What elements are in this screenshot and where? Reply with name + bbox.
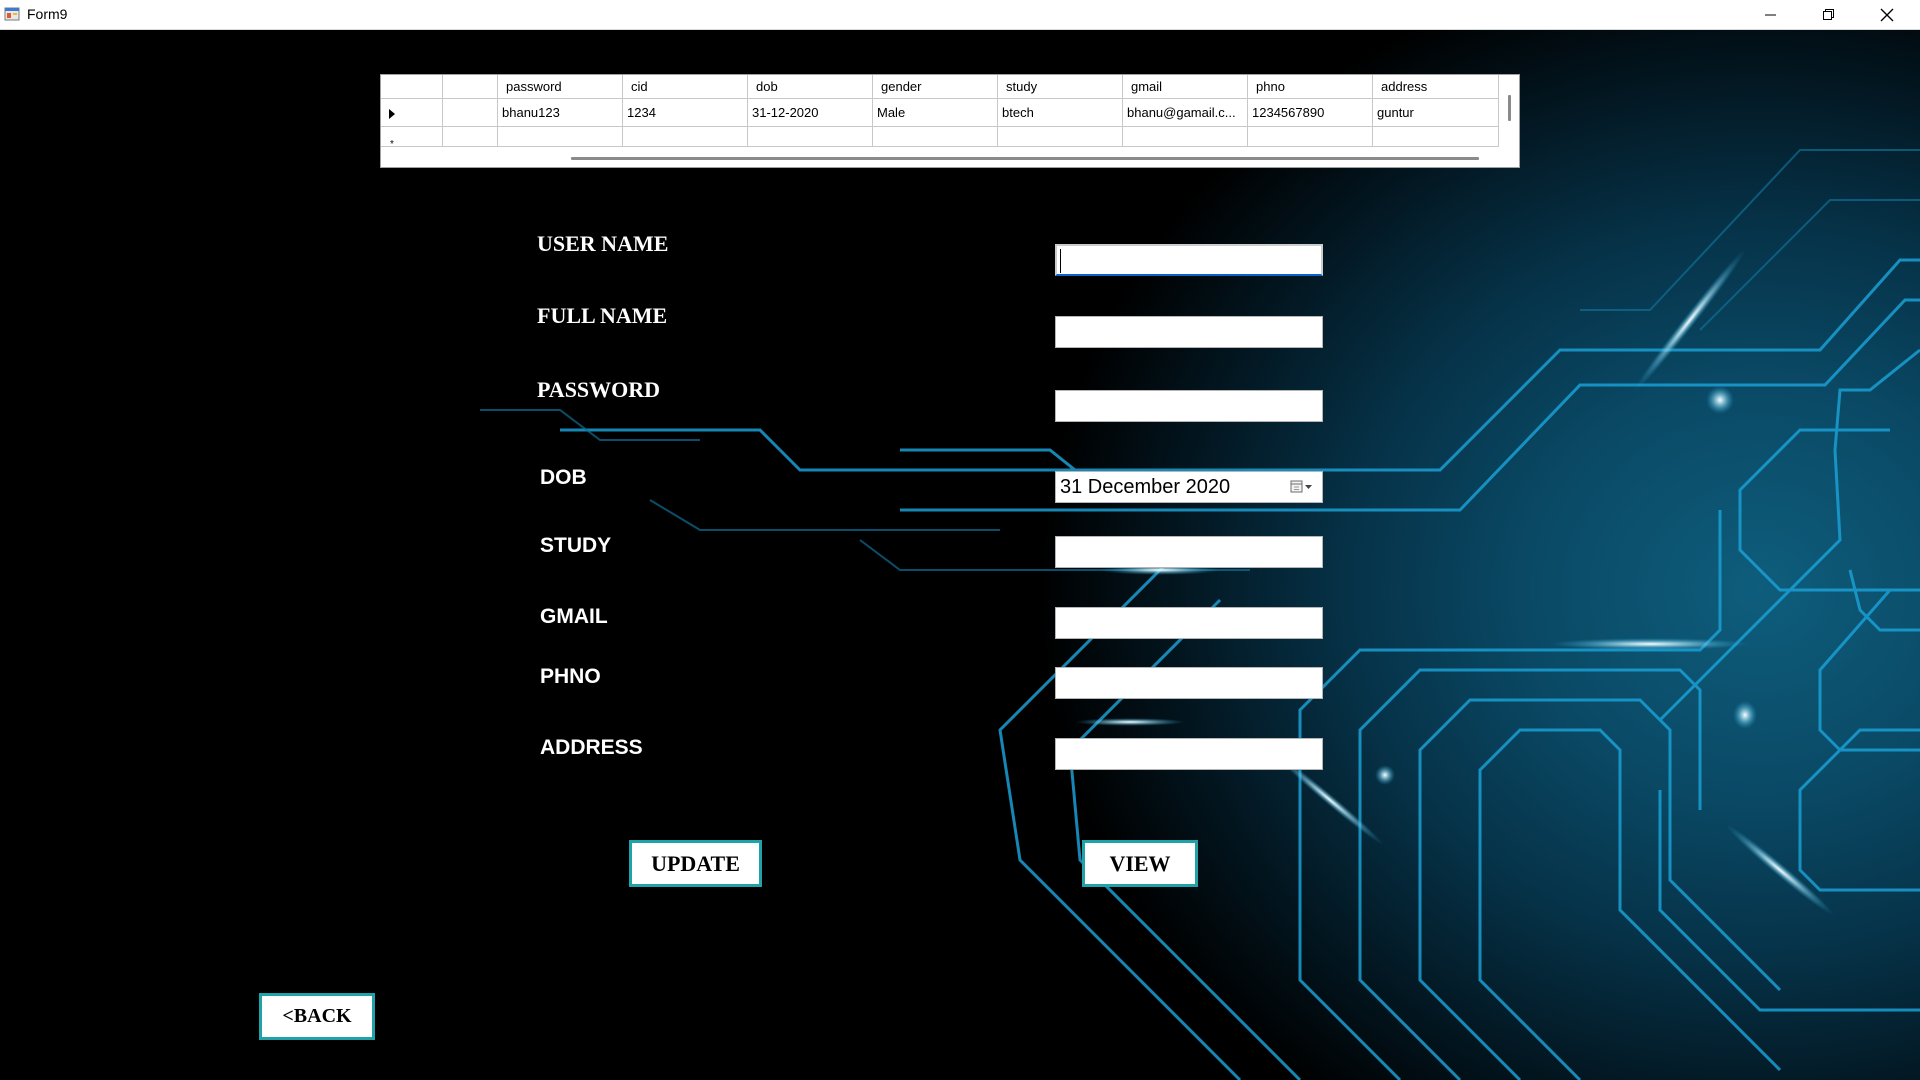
- address-label: ADDRESS: [540, 736, 643, 759]
- grid-cell[interactable]: [498, 127, 623, 147]
- password-label: PASSWORD: [537, 377, 661, 402]
- grid-cell[interactable]: 1234: [623, 99, 748, 127]
- password-input[interactable]: [1055, 390, 1323, 422]
- dob-label: DOB: [540, 466, 587, 489]
- dob-date-value: 31 December 2020: [1060, 476, 1231, 498]
- grid-cell[interactable]: 1234567890: [1248, 99, 1373, 127]
- grid-cell[interactable]: [1123, 127, 1248, 147]
- grid-cell[interactable]: [1373, 127, 1499, 147]
- grid-column-header[interactable]: cid: [623, 75, 748, 99]
- grid-cell[interactable]: bhanu123: [498, 99, 623, 127]
- new-row-marker: *: [390, 139, 394, 147]
- grid-cell[interactable]: 31-12-2020: [748, 99, 873, 127]
- fullname-input[interactable]: [1055, 316, 1323, 348]
- grid-column-header[interactable]: dob: [748, 75, 873, 99]
- grid-cell[interactable]: [873, 127, 998, 147]
- username-input[interactable]: [1055, 244, 1323, 276]
- minimize-button[interactable]: [1742, 0, 1800, 29]
- new-row[interactable]: *: [381, 127, 1499, 147]
- grid-corner-header: [381, 75, 443, 99]
- grid-column-header[interactable]: gender: [873, 75, 998, 99]
- view-button[interactable]: VIEW: [1082, 840, 1198, 887]
- grid-column-header[interactable]: [443, 75, 498, 99]
- grid-column-header[interactable]: study: [998, 75, 1123, 99]
- gmail-label: GMAIL: [540, 605, 608, 628]
- username-label: USER NAME: [537, 231, 669, 256]
- grid-column-header[interactable]: password: [498, 75, 623, 99]
- grid-column-header[interactable]: gmail: [1123, 75, 1248, 99]
- grid-cell[interactable]: btech: [998, 99, 1123, 127]
- form-client-area: password cid dob gender study gmail phno…: [0, 30, 1920, 1080]
- dob-date-picker[interactable]: 31 December 2020: [1055, 471, 1323, 503]
- grid-column-header[interactable]: phno: [1248, 75, 1373, 99]
- grid-cell[interactable]: [443, 99, 498, 127]
- study-label: STUDY: [540, 534, 612, 557]
- grid-cell[interactable]: guntur: [1373, 99, 1499, 127]
- grid-cell[interactable]: [998, 127, 1123, 147]
- table-row[interactable]: bhanu123 1234 31-12-2020 Male btech bhan…: [381, 99, 1499, 127]
- phno-label: PHNO: [540, 665, 601, 688]
- calendar-dropdown-icon[interactable]: [1290, 479, 1316, 495]
- row-header[interactable]: [381, 99, 443, 127]
- grid-column-header[interactable]: address: [1373, 75, 1499, 99]
- grid-header-row: password cid dob gender study gmail phno…: [381, 75, 1499, 99]
- app-icon: [4, 7, 20, 21]
- fullname-label: FULL NAME: [537, 303, 668, 328]
- close-icon: [1880, 8, 1894, 22]
- back-button[interactable]: <BACK: [259, 993, 375, 1040]
- grid-cell[interactable]: Male: [873, 99, 998, 127]
- address-input[interactable]: [1055, 738, 1323, 770]
- restore-button[interactable]: [1800, 0, 1858, 29]
- horizontal-scrollbar[interactable]: [571, 157, 1479, 160]
- data-grid[interactable]: password cid dob gender study gmail phno…: [380, 74, 1520, 168]
- circuit-background-image: [480, 149, 1920, 1080]
- vertical-scrollbar[interactable]: [1508, 95, 1511, 121]
- grid-cell[interactable]: bhanu@gamail.c...: [1123, 99, 1248, 127]
- current-row-arrow-icon: [389, 109, 395, 119]
- grid-cell[interactable]: [748, 127, 873, 147]
- grid-cell[interactable]: [1248, 127, 1373, 147]
- study-input[interactable]: [1055, 536, 1323, 568]
- grid-cell[interactable]: [443, 127, 498, 147]
- minimize-icon: [1765, 14, 1776, 16]
- update-button[interactable]: UPDATE: [629, 840, 762, 887]
- window-title: Form9: [27, 6, 68, 22]
- phno-input[interactable]: [1055, 667, 1323, 699]
- title-bar: Form9: [0, 0, 1920, 30]
- gmail-input[interactable]: [1055, 607, 1323, 639]
- row-header[interactable]: *: [381, 127, 443, 147]
- grid-cell[interactable]: [623, 127, 748, 147]
- text-caret: [1060, 249, 1061, 273]
- restore-icon: [1823, 9, 1834, 20]
- close-button[interactable]: [1858, 0, 1916, 29]
